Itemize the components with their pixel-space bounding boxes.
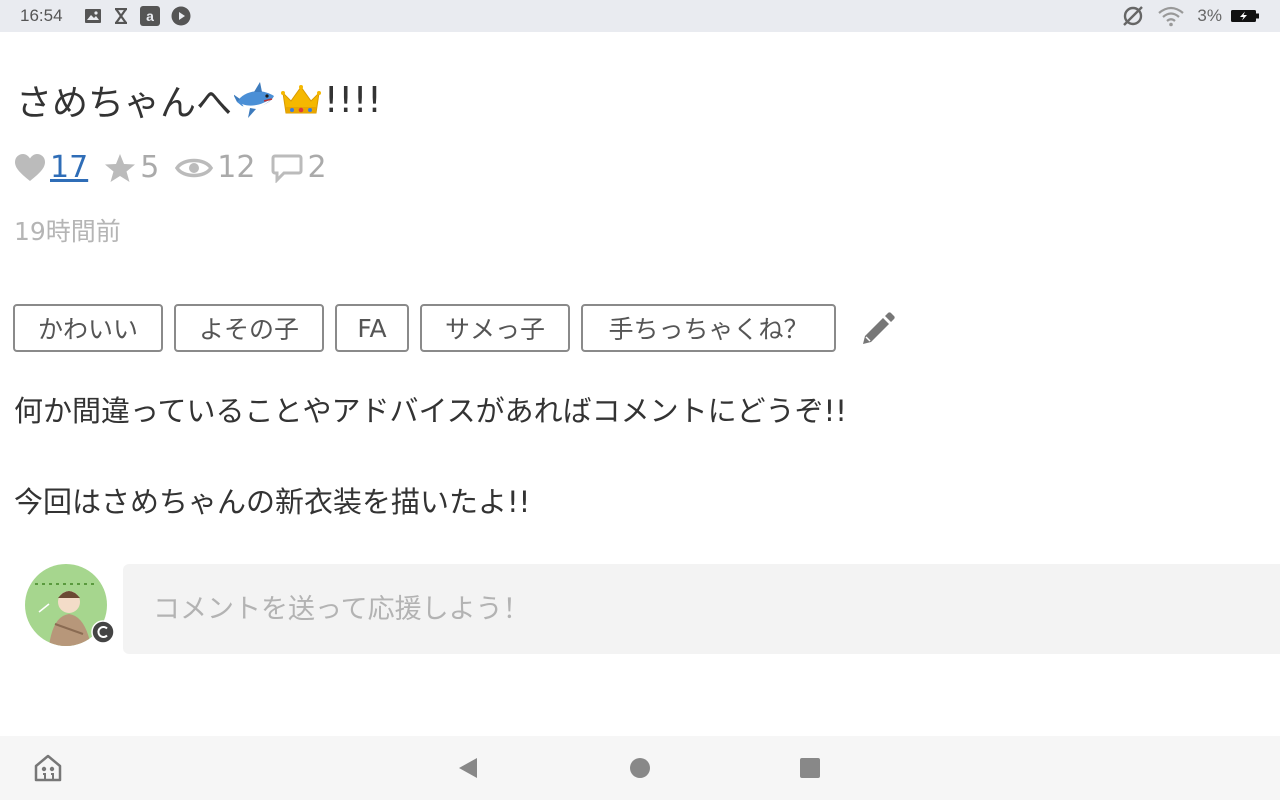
navigation-bar	[0, 736, 1280, 800]
recents-nav-button[interactable]	[790, 736, 830, 800]
back-nav-button[interactable]	[448, 736, 488, 800]
comments-count: 2	[307, 150, 327, 185]
pencil-icon[interactable]	[859, 310, 895, 346]
post-title-suffix: !!!!	[324, 79, 382, 121]
amazon-icon: a	[139, 6, 160, 26]
likes-stat[interactable]: 17	[14, 150, 88, 185]
likes-count[interactable]: 17	[50, 150, 88, 185]
status-time: 16:54	[20, 6, 63, 25]
post-title: さめちゃんへ !!!!	[16, 74, 382, 126]
bookmarks-stat: 5	[104, 150, 159, 185]
description-line: 今回はさめちゃんの新衣装を描いたよ!!	[14, 485, 531, 519]
post-time-ago: 19時間前	[14, 217, 121, 246]
comment-compose	[25, 564, 1280, 654]
home-circle-icon[interactable]	[629, 757, 651, 779]
copyright-badge-icon	[91, 620, 115, 644]
home-nav-button[interactable]	[28, 736, 68, 800]
status-bar: 16:54 a 3%	[0, 0, 1280, 32]
speech-bubble-icon	[271, 154, 303, 183]
tag-item[interactable]: 手ちっちゃくね？	[581, 304, 836, 352]
recents-square-icon[interactable]	[799, 757, 821, 779]
shark-icon	[234, 80, 278, 120]
crown-icon	[280, 83, 322, 117]
bookmarks-count: 5	[140, 150, 160, 185]
views-count: 12	[217, 150, 256, 185]
heart-icon[interactable]	[14, 153, 46, 183]
tag-item[interactable]: よその子	[174, 304, 324, 352]
star-icon	[105, 153, 136, 182]
wifi-icon	[1157, 5, 1185, 27]
home-icon[interactable]	[33, 753, 63, 783]
tag-item[interactable]: サメっ子	[420, 304, 570, 352]
comments-stat: 2	[271, 150, 327, 185]
no-sync-icon	[1121, 4, 1145, 28]
back-triangle-icon[interactable]	[457, 756, 479, 780]
image-icon	[84, 8, 102, 24]
description-line: 何か間違っていることやアドバイスがあればコメントにどうぞ!!	[14, 394, 847, 428]
comment-input[interactable]	[123, 564, 1280, 654]
play-icon	[171, 6, 191, 26]
post-description: 何か間違っていることやアドバイスがあればコメントにどうぞ!! 今回はさめちゃんの…	[14, 388, 847, 525]
battery-percent: 3%	[1197, 6, 1222, 25]
post-stats: 17 5 12 2	[14, 150, 343, 185]
eye-icon	[175, 158, 214, 177]
post-title-text: さめちゃんへ	[16, 83, 233, 124]
edit-tags-button[interactable]	[859, 310, 895, 346]
views-stat: 12	[175, 150, 255, 185]
tag-item[interactable]: FA	[335, 304, 409, 352]
x-icon	[113, 8, 129, 24]
tag-list: かわいい よその子 FA サメっ子 手ちっちゃくね？	[13, 304, 895, 352]
tag-item[interactable]: かわいい	[13, 304, 163, 352]
avatar-container	[25, 564, 115, 646]
battery-charging-icon	[1230, 8, 1260, 24]
home-circle-nav-button[interactable]	[620, 736, 660, 800]
svg-text:a: a	[146, 8, 154, 24]
